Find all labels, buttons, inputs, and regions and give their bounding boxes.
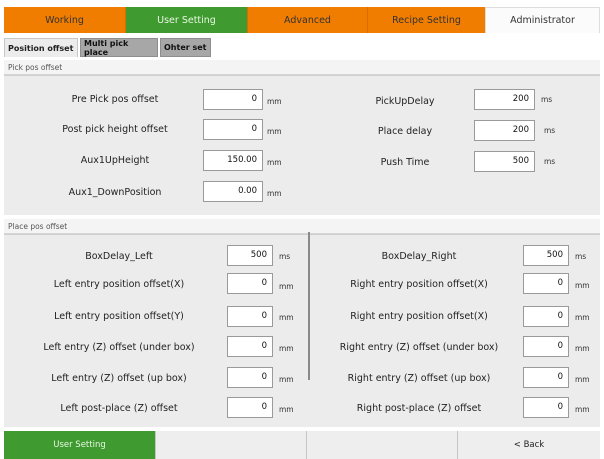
left-entry-y-input[interactable]: 0 [227, 306, 273, 327]
push-time-input[interactable]: 500 [474, 151, 535, 172]
pre-pick-label: Pre Pick pos offset [71, 94, 159, 105]
tab-administrator[interactable]: Administrator [485, 7, 600, 33]
box-delay-left-label: BoxDelay_Left [85, 251, 153, 262]
box-delay-right-unit: ms [575, 252, 587, 261]
place-pos-header: Place pos offset [4, 219, 600, 234]
aux-up-unit: mm [267, 158, 282, 167]
pre-pick-input[interactable]: 0 [203, 89, 263, 110]
place-delay-label: Place delay [377, 126, 433, 137]
right-entry-z-up-label: Right entry (Z) offset (up box) [347, 373, 491, 384]
column-divider [308, 232, 310, 380]
right-entry-x2-input[interactable]: 0 [523, 306, 569, 327]
pickup-delay-unit: ms [541, 95, 553, 104]
left-entry-z-under-unit: mm [279, 344, 294, 353]
right-post-place-input[interactable]: 0 [523, 397, 569, 418]
aux-down-input[interactable]: 0.00 [203, 181, 263, 202]
pickup-delay-input[interactable]: 200 [474, 89, 535, 110]
left-entry-y-unit: mm [279, 313, 294, 322]
left-entry-x-unit: mm [279, 282, 294, 291]
box-delay-right-input[interactable]: 500 [523, 245, 569, 266]
subtab-multi-pick-place[interactable]: Multi pick place [80, 38, 158, 57]
left-entry-z-up-unit: mm [279, 375, 294, 384]
right-post-place-label: Right post-place (Z) offset [356, 403, 482, 414]
left-entry-z-under-label: Left entry (Z) offset (under box) [43, 342, 195, 353]
sub-tab-bar: Position offset Multi pick place Ohter s… [4, 38, 211, 57]
right-entry-x2-label: Right entry position offset(X) [350, 311, 488, 322]
push-time-label: Push Time [380, 157, 430, 168]
box-delay-left-unit: ms [279, 252, 291, 261]
right-entry-z-under-label: Right entry (Z) offset (under box) [339, 342, 499, 353]
left-post-place-input[interactable]: 0 [227, 397, 273, 418]
aux-down-unit: mm [267, 189, 282, 198]
right-entry-z-up-input[interactable]: 0 [523, 367, 569, 388]
post-pick-unit: mm [267, 127, 282, 136]
post-pick-label: Post pick height offset [62, 124, 168, 135]
right-entry-z-under-input[interactable]: 0 [523, 336, 569, 357]
bottom-button-empty-1[interactable] [155, 431, 306, 459]
tab-user-setting[interactable]: User Setting [126, 7, 247, 33]
right-entry-z-up-unit: mm [575, 375, 590, 384]
left-entry-z-under-input[interactable]: 0 [227, 336, 273, 357]
pickup-delay-label: PickUpDelay [375, 96, 435, 107]
left-entry-z-up-input[interactable]: 0 [227, 367, 273, 388]
tab-advanced[interactable]: Advanced [247, 7, 367, 33]
place-delay-unit: ms [544, 126, 556, 135]
aux-up-label: Aux1UpHeight [80, 155, 150, 166]
left-entry-z-up-label: Left entry (Z) offset (up box) [51, 373, 187, 384]
left-entry-x-input[interactable]: 0 [227, 273, 273, 294]
right-entry-z-under-unit: mm [575, 344, 590, 353]
main-tab-bar: Working User Setting Advanced Recipe Set… [4, 7, 600, 33]
right-entry-x-label: Right entry position offset(X) [350, 279, 488, 290]
box-delay-right-label: BoxDelay_Right [381, 251, 457, 262]
back-button[interactable]: < Back [457, 431, 600, 459]
subtab-other-set[interactable]: Ohter set [160, 38, 211, 57]
left-post-place-label: Left post-place (Z) offset [60, 403, 178, 414]
post-pick-input[interactable]: 0 [203, 119, 263, 140]
right-entry-x2-unit: mm [575, 313, 590, 322]
left-entry-x-label: Left entry position offset(X) [53, 279, 185, 290]
user-setting-button[interactable]: User Setting [4, 431, 155, 459]
box-delay-left-input[interactable]: 500 [227, 245, 273, 266]
right-entry-x-input[interactable]: 0 [523, 273, 569, 294]
aux-down-label: Aux1_DownPosition [68, 187, 162, 198]
tab-recipe-setting[interactable]: Recipe Setting [367, 7, 485, 33]
push-time-unit: ms [544, 157, 556, 166]
place-pos-panel [4, 234, 600, 427]
right-post-place-unit: mm [575, 405, 590, 414]
bottom-button-empty-2[interactable] [306, 431, 457, 459]
tab-working[interactable]: Working [4, 7, 126, 33]
bottom-bar: User Setting < Back [4, 431, 600, 459]
left-post-place-unit: mm [279, 405, 294, 414]
pre-pick-unit: mm [267, 97, 282, 106]
subtab-position-offset[interactable]: Position offset [4, 38, 78, 57]
left-entry-y-label: Left entry position offset(Y) [54, 311, 184, 322]
pick-pos-header: Pick pos offset [4, 60, 600, 75]
place-delay-input[interactable]: 200 [474, 120, 535, 141]
right-entry-x-unit: mm [575, 281, 590, 290]
aux-up-input[interactable]: 150.00 [203, 150, 263, 171]
